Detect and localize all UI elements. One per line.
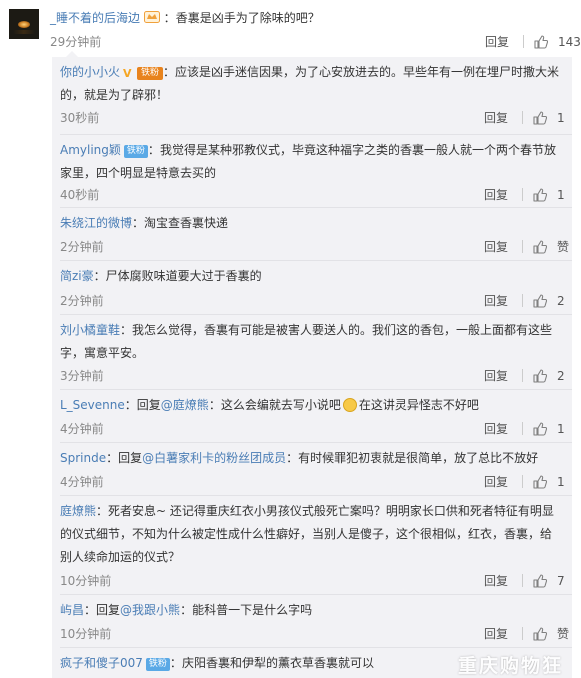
fan-badge: 铁粉 bbox=[137, 67, 164, 80]
avatar-image bbox=[18, 21, 30, 28]
like-icon[interactable] bbox=[533, 574, 547, 588]
avatar[interactable] bbox=[9, 9, 39, 39]
like-count: 143 bbox=[558, 34, 581, 49]
username[interactable]: 疯子和傻子007 bbox=[60, 656, 143, 670]
like-icon[interactable] bbox=[533, 627, 547, 641]
reply-text: 能科普一下是什么字吗 bbox=[192, 603, 313, 617]
like-count: 1 bbox=[557, 474, 565, 489]
timestamp: 2分钟前 bbox=[60, 240, 104, 254]
list-item: L_Sevenne：回复@庭燎熊：这么会编就去写小说吧 在这讲灵异怪志不好吧 4分… bbox=[52, 390, 572, 443]
main-comment: _睡不着的后海边 ：香裏是凶手为了除味的吧？ 29分钟前 回复 143 bbox=[0, 0, 581, 60]
reply-text-continued: 在这讲灵异怪志不好吧 bbox=[358, 398, 479, 412]
mention-link[interactable]: @庭燎熊 bbox=[161, 398, 209, 412]
like-count: 2 bbox=[557, 368, 565, 383]
username[interactable]: L_Sevenne bbox=[60, 398, 125, 412]
like-count: 赞 bbox=[557, 627, 570, 641]
level-badge-icon bbox=[143, 10, 160, 23]
timestamp: 2分钟前 bbox=[60, 294, 104, 308]
reply-button[interactable]: 回复 bbox=[484, 109, 508, 126]
username[interactable]: 简zi豪 bbox=[60, 269, 94, 283]
username[interactable]: 刘小橘童鞋 bbox=[60, 323, 120, 337]
reply-button[interactable]: 回复 bbox=[485, 33, 509, 50]
timestamp: 40秒前 bbox=[60, 188, 100, 202]
username[interactable]: 你的小小火 bbox=[60, 65, 120, 79]
like-count: 赞 bbox=[557, 240, 570, 254]
reply-text: 我怎么觉得，香裏有可能是被害人要送人的。我们这的香包，一般上面都有这些字，寓意平… bbox=[60, 323, 553, 360]
timestamp: 30秒前 bbox=[60, 111, 100, 125]
like-icon[interactable] bbox=[533, 369, 547, 383]
reply-text: 庆阳香裏和伊犁的薰衣草香裏就可以 bbox=[181, 656, 374, 670]
list-item: 刘小橘童鞋：我怎么觉得，香裏有可能是被害人要送人的。我们这的香包，一般上面都有这… bbox=[52, 315, 572, 390]
like-count: 1 bbox=[557, 187, 565, 202]
verified-icon: V bbox=[123, 67, 132, 80]
like-icon[interactable] bbox=[533, 475, 547, 489]
list-item: Amyling颖 铁粉 ：我觉得是某种邪教仪式，毕竟这种福字之类的香裏一般人就一个两… bbox=[52, 135, 572, 208]
like-count: 7 bbox=[557, 573, 565, 588]
reply-button[interactable]: 回复 bbox=[484, 238, 508, 255]
reply-text: 淘宝查香裏快递 bbox=[144, 216, 229, 230]
emoji-icon bbox=[342, 398, 357, 412]
reply-list: 你的小小火 V 铁粉 ：应该是凶手迷信因果，为了心安放进去的。早些年有一例在埋尸时撒大… bbox=[52, 51, 572, 678]
like-icon[interactable] bbox=[533, 111, 547, 125]
mention-link[interactable]: @白薯家利卡的粉丝团成员 bbox=[142, 451, 286, 465]
reply-text: 有时候罪犯初衷就是很简单，放了总比不放好 bbox=[298, 451, 539, 465]
mention-link[interactable]: @我跟小熊 bbox=[120, 603, 180, 617]
reply-button[interactable]: 回复 bbox=[484, 572, 508, 589]
reply-text: 应该是凶手迷信因果，为了心安放进去的。早些年有一例在埋尸时撒大米的，就是为了辟邪… bbox=[60, 65, 560, 102]
list-item: 你的小小火 V 铁粉 ：应该是凶手迷信因果，为了心安放进去的。早些年有一例在埋尸时撒大… bbox=[52, 57, 572, 135]
username[interactable]: Sprinde bbox=[60, 451, 106, 465]
like-icon[interactable] bbox=[533, 240, 547, 254]
like-count: 1 bbox=[557, 110, 565, 125]
watermark: 重庆购物狂 bbox=[458, 655, 564, 677]
like-icon[interactable] bbox=[533, 188, 547, 202]
username[interactable]: 屿昌 bbox=[60, 603, 84, 617]
reply-text: 尸体腐败味道要大过于香裏的 bbox=[105, 269, 262, 283]
fan-badge: 铁粉 bbox=[123, 145, 148, 158]
timestamp: 10分钟前 bbox=[60, 574, 112, 588]
like-icon[interactable] bbox=[533, 294, 547, 308]
reply-button[interactable]: 回复 bbox=[484, 473, 508, 490]
list-item: Sprinde：回复@白薯家利卡的粉丝团成员：有时候罪犯初衷就是很简单，放了总比… bbox=[52, 443, 572, 496]
list-item: 朱绕江的微博：淘宝查香裏快递 2分钟前 回复 赞 bbox=[52, 208, 572, 261]
reply-button[interactable]: 回复 bbox=[484, 292, 508, 309]
timestamp: 29分钟前 bbox=[50, 35, 102, 49]
timestamp: 4分钟前 bbox=[60, 422, 104, 436]
timestamp: 3分钟前 bbox=[60, 369, 104, 383]
reply-button[interactable]: 回复 bbox=[484, 625, 508, 642]
list-item: 屿昌：回复@我跟小熊：能科普一下是什么字吗 10分钟前 回复 赞 bbox=[52, 595, 572, 648]
timestamp: 4分钟前 bbox=[60, 475, 104, 489]
username[interactable]: _睡不着的后海边 bbox=[50, 11, 140, 25]
like-icon[interactable] bbox=[534, 35, 548, 49]
list-item: 庭燎熊：死者安息~ 还记得重庆红衣小男孩仪式般死亡案吗？明明家长口供和死者特征有… bbox=[52, 496, 572, 595]
reply-text: 这么会编就去写小说吧 bbox=[220, 398, 341, 412]
like-icon[interactable] bbox=[533, 422, 547, 436]
reply-text: 死者安息~ 还记得重庆红衣小男孩仪式般死亡案吗？明明家长口供和死者特征有明显的仪… bbox=[60, 504, 554, 564]
reply-button[interactable]: 回复 bbox=[484, 367, 508, 384]
like-count: 2 bbox=[557, 293, 565, 308]
reply-button[interactable]: 回复 bbox=[484, 420, 508, 437]
list-item: 简zi豪：尸体腐败味道要大过于香裏的 2分钟前 回复 2 bbox=[52, 261, 572, 315]
username[interactable]: 庭燎熊 bbox=[60, 504, 96, 518]
username[interactable]: 朱绕江的微博 bbox=[60, 216, 132, 230]
username[interactable]: Amyling颖 bbox=[60, 143, 121, 157]
timestamp: 10分钟前 bbox=[60, 627, 112, 641]
reply-button[interactable]: 回复 bbox=[484, 186, 508, 203]
comment-actions: 回复 143 bbox=[485, 33, 581, 50]
comment-text: 香裏是凶手为了除味的吧？ bbox=[175, 11, 320, 25]
fan-badge: 铁粉 bbox=[145, 658, 170, 671]
like-count: 1 bbox=[557, 421, 565, 436]
